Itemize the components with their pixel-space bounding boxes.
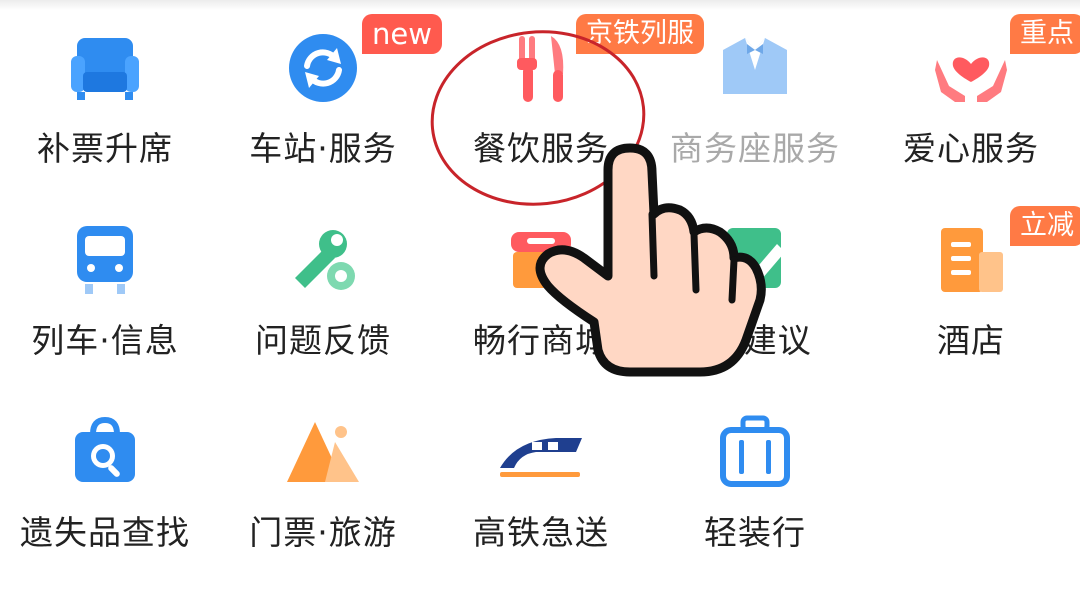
- tile-label: 遗失品查找: [20, 513, 190, 552]
- tile-label: 高铁急送: [473, 513, 609, 552]
- luggage-icon: [720, 415, 790, 487]
- service-tile-feedback[interactable]: 问题反馈: [218, 192, 428, 372]
- heart-hands-icon: [935, 57, 1007, 102]
- tile-label: 门票·旅游: [249, 513, 397, 552]
- refresh-icon: [289, 34, 357, 102]
- mountain-icon: [287, 422, 359, 482]
- service-tile-express-delivery[interactable]: 高铁急送: [436, 384, 646, 564]
- service-tile-mall[interactable]: 畅行商城: [436, 192, 646, 372]
- tuxedo-icon: [723, 38, 787, 94]
- tile-label: 畅行商城: [473, 321, 609, 360]
- tile-label: 车站·服务: [249, 129, 397, 168]
- service-tile-light-luggage[interactable]: 轻装行: [650, 384, 860, 564]
- new-badge: new: [362, 14, 442, 54]
- service-tile-ticket-upgrade[interactable]: 补票升席: [0, 0, 210, 180]
- tile-label: 轻装行: [704, 513, 806, 552]
- sofa-icon: [71, 38, 139, 100]
- lost-bag-search-icon: [75, 416, 135, 482]
- discount-badge: 立减: [1010, 206, 1080, 246]
- fork-knife-icon: [517, 36, 564, 102]
- tile-label: 酒店: [937, 321, 1005, 360]
- pencil-note-icon: [727, 228, 785, 288]
- service-tile-lost-found[interactable]: 遗失品查找: [0, 384, 210, 564]
- service-tile-train-info[interactable]: 列车·信息: [0, 192, 210, 372]
- shop-icon: [511, 232, 571, 288]
- tile-label: 卷·建议: [698, 321, 812, 360]
- service-tile-business-seat[interactable]: 商务座服务: [650, 0, 860, 180]
- train-icon: [77, 226, 133, 294]
- tile-label: 补票升席: [37, 129, 173, 168]
- tile-label: 商务座服务: [670, 129, 840, 168]
- tile-label: 列车·信息: [31, 321, 179, 360]
- express-train-icon: [500, 438, 582, 477]
- service-tile-suggestion[interactable]: 卷·建议: [650, 192, 860, 372]
- service-tile-tickets-travel[interactable]: 门票·旅游: [218, 384, 428, 564]
- tile-label: 爱心服务: [903, 129, 1039, 168]
- wrench-gear-icon: [295, 230, 355, 290]
- key-badge: 重点: [1010, 14, 1080, 54]
- hotel-icon: [941, 228, 1003, 292]
- tile-label: 问题反馈: [255, 321, 391, 360]
- tile-label: 餐饮服务: [473, 129, 609, 168]
